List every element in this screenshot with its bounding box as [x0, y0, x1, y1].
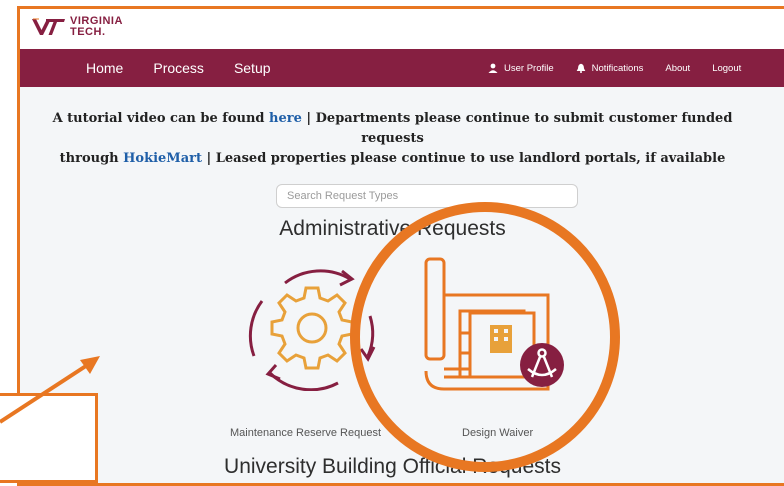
- hokiemart-link[interactable]: HokieMart: [123, 151, 202, 166]
- nav-user-profile[interactable]: User Profile: [488, 63, 554, 74]
- nav-home[interactable]: Home: [86, 60, 123, 76]
- logout-label: Logout: [712, 62, 742, 74]
- nav-setup[interactable]: Setup: [234, 60, 271, 76]
- secondary-nav: User Profile Notifications About Logout: [488, 63, 741, 74]
- highlight-circle: [350, 202, 620, 472]
- about-label: About: [665, 62, 691, 74]
- card-label-maintenance-reserve-request[interactable]: Maintenance Reserve Request: [230, 427, 381, 439]
- info-banner: A tutorial video can be found here | Dep…: [20, 109, 765, 169]
- banner-text-3: through: [59, 151, 124, 166]
- logo-line2: TECH.: [70, 26, 106, 38]
- user-icon: [488, 63, 498, 73]
- nav-process[interactable]: Process: [153, 60, 204, 76]
- tutorial-link[interactable]: here: [269, 111, 302, 126]
- nav-logout[interactable]: Logout: [712, 63, 741, 74]
- logo-bar: VIRGINIA TECH.: [20, 9, 784, 49]
- banner-text-4: | Leased properties please continue to u…: [201, 151, 726, 166]
- nav-notifications[interactable]: Notifications: [576, 62, 644, 74]
- primary-nav: Home Process Setup: [86, 60, 271, 76]
- bell-icon: [576, 63, 585, 73]
- nav-about[interactable]: About: [665, 63, 690, 74]
- top-navbar: Home Process Setup User Profile Notifica…: [20, 49, 784, 87]
- vt-logo-icon: [32, 18, 65, 35]
- user-profile-label: User Profile: [504, 62, 554, 74]
- notifications-label: Notifications: [591, 62, 644, 74]
- vt-logo-text: VIRGINIA TECH.: [70, 16, 123, 38]
- search-request-types-input[interactable]: [276, 184, 578, 208]
- vt-logo[interactable]: VIRGINIA TECH.: [30, 16, 123, 38]
- university-building-official-requests-title: University Building Official Requests: [224, 455, 561, 478]
- banner-text-1: A tutorial video can be found: [52, 111, 270, 126]
- banner-text-2: | Departments please continue to submit …: [301, 111, 733, 146]
